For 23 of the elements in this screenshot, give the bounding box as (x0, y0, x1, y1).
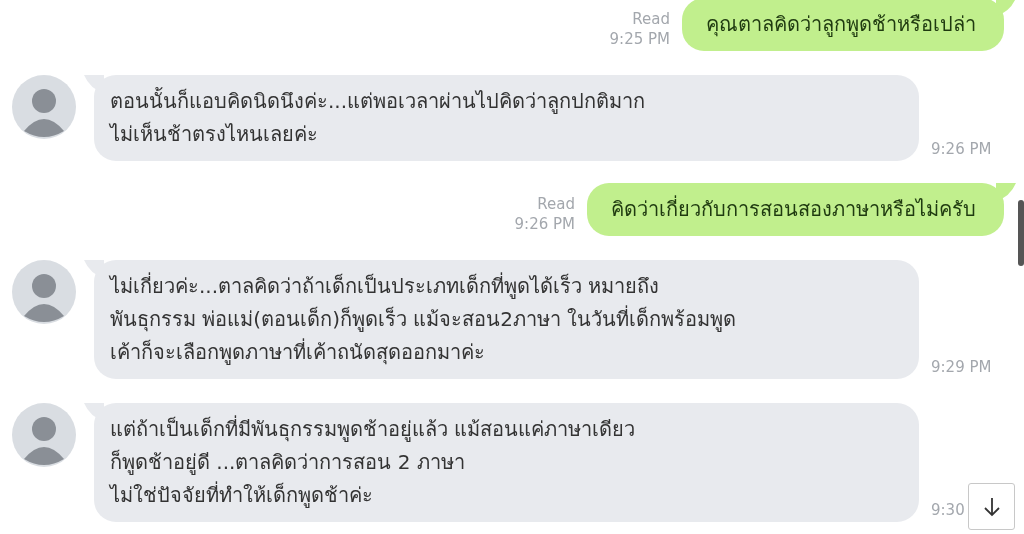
message-text: ไม่เกี่ยวค่ะ...ตาลคิดว่าถ้าเด็กเป็นประเภทเด็กที่พูดได้เร็ว หมายถึง (110, 271, 661, 301)
message-text: พันธุกรรม พ่อแม่(ตอนเด็ก)ก็พูดเร็ว แม้จะสอน2ภาษา ในวันที่เด็กพร้อมพูด (110, 304, 738, 334)
avatar (12, 260, 76, 324)
message-text: คิดว่าเกี่ยวกับการสอนสองภาษาหรือไม่ครับ (611, 194, 976, 223)
message-time: 9:29 PM (931, 357, 992, 377)
message-time: 9:30 (931, 500, 965, 520)
message-time: 9:26 PM (514, 214, 575, 234)
read-receipt: Read (632, 9, 670, 29)
down-arrow-icon (982, 496, 1001, 517)
message-text: ไม่ใช่ปัจจัยที่ทำให้เด็กพูดช้าค่ะ (110, 480, 374, 510)
avatar (12, 75, 76, 139)
message-text: แต่ถ้าเป็นเด็กที่มีพันธุกรรมพูดช้าอยู่แล้ว แม้สอนแค่ภาษาเดียว (110, 414, 637, 444)
avatar (12, 403, 76, 467)
message-text: ไม่เห็นช้าตรงไหนเลยค่ะ (110, 120, 319, 148)
message-time: 9:26 PM (931, 139, 992, 159)
message-text: เค้าก็จะเลือกพูดภาษาที่เค้าถนัดสุดออกมาค่ะ (110, 337, 486, 367)
message-time: 9:25 PM (609, 29, 670, 49)
read-receipt: Read (537, 194, 575, 214)
scroll-down-button[interactable] (968, 483, 1015, 530)
message-text: คุณตาลคิดว่าลูกพูดช้าหรือเปล่า (706, 11, 976, 39)
message-text: ตอนนั้นก็แอบคิดนิดนึงค่ะ...แต่พอเวลาผ่านไปคิดว่าลูกปกติมาก (110, 86, 647, 116)
message-text: ก็พูดช้าอยู่ดี ...ตาลคิดว่าการสอน 2 ภาษา (110, 448, 466, 477)
scrollbar-thumb[interactable] (1018, 200, 1024, 266)
